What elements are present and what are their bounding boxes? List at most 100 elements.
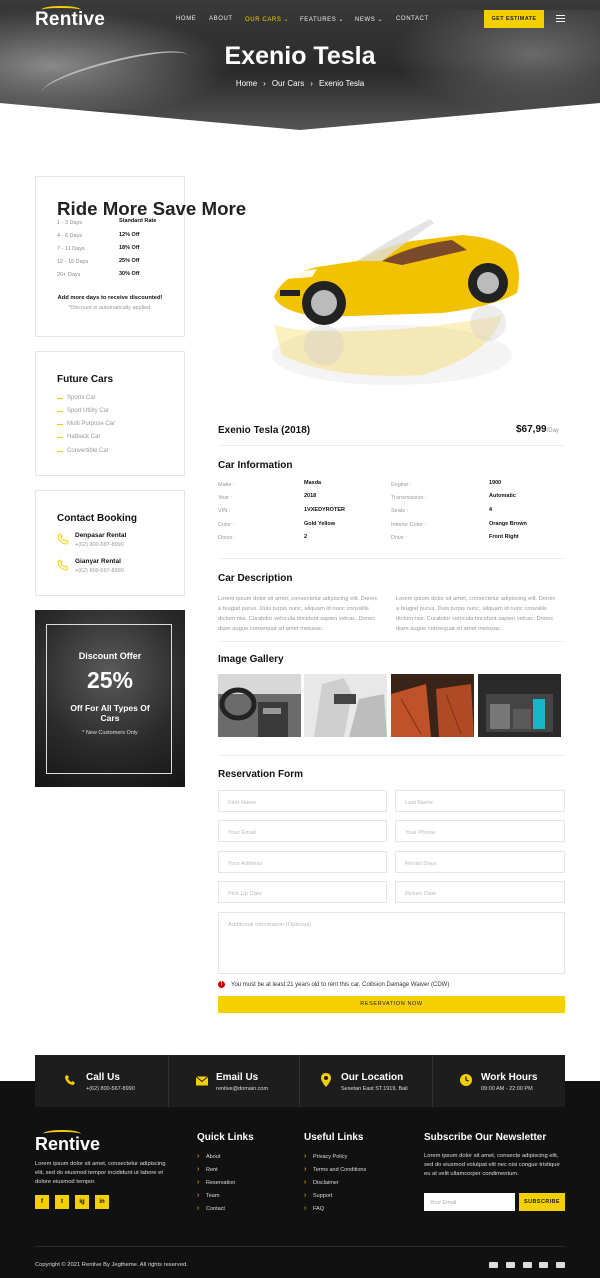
- page-title: Exenio Tesla: [224, 42, 376, 70]
- subscribe-button[interactable]: SUBSCRIBE: [519, 1193, 565, 1211]
- future-car-link[interactable]: Sports Car: [67, 395, 96, 401]
- chevron-down-icon: ⌄: [338, 17, 344, 23]
- phone-icon: [57, 533, 69, 545]
- price-value: $67,99: [516, 424, 547, 435]
- footer-logo[interactable]: Rentive: [35, 1130, 100, 1155]
- gallery-trunk-photo[interactable]: [478, 674, 561, 737]
- clock-icon: [460, 1074, 472, 1086]
- contact-location-title: Our Location: [341, 1072, 404, 1083]
- additional-info-textarea[interactable]: Additional Information (Optional): [218, 912, 565, 974]
- rental-days-input[interactable]: Rental Days: [395, 851, 565, 873]
- rates-subnote: *Discount is automatically applied.: [68, 305, 152, 311]
- payment-card-icon: [506, 1262, 515, 1268]
- future-car-link[interactable]: Multi Purpose Car: [67, 421, 115, 427]
- useful-links-title: Useful Links: [304, 1132, 364, 1143]
- footer-link[interactable]: About: [206, 1154, 220, 1160]
- chevron-right-icon: ›: [197, 1153, 200, 1160]
- footer-link[interactable]: Reservation: [206, 1180, 235, 1186]
- chevron-right-icon: ›: [197, 1192, 200, 1199]
- branch-phone[interactable]: +(62) 800-567-8990: [75, 542, 124, 548]
- breadcrumb: Home › Our Cars › Exenio Tesla: [0, 79, 600, 88]
- twitter-icon[interactable]: t: [55, 1195, 69, 1209]
- chevron-right-icon: ›: [310, 79, 313, 88]
- nav-our-cars-label: OUR CARS: [245, 17, 282, 23]
- chevron-right-icon: ›: [197, 1166, 200, 1173]
- gallery-leather-interior-photo[interactable]: [391, 674, 474, 737]
- description-text: Lorem ipsum dolor sit amet, consectetur …: [396, 596, 556, 632]
- chevron-down-icon: ⌄: [377, 17, 384, 23]
- footer-link[interactable]: Team: [206, 1193, 219, 1199]
- nav-news[interactable]: NEWS ⌄: [355, 16, 383, 23]
- footer-link[interactable]: Disclaimer: [313, 1180, 339, 1186]
- divider: [299, 1055, 300, 1107]
- linkedin-icon[interactable]: in: [95, 1195, 109, 1209]
- info-label: Interior Color :: [391, 522, 426, 528]
- nav-news-label: NEWS: [355, 17, 376, 23]
- car-name: Exenio Tesla (2018): [218, 425, 311, 436]
- rate-value: 12% Off: [119, 232, 140, 238]
- info-value: Front Right: [489, 534, 519, 540]
- chevron-right-icon: ›: [304, 1153, 307, 1160]
- contact-email-value[interactable]: rentive@domain.com: [216, 1086, 268, 1092]
- nav-contact[interactable]: CONTACT: [396, 16, 429, 22]
- return-date-input[interactable]: Return Date: [395, 881, 565, 903]
- pickup-date-input[interactable]: Pick Up Date: [218, 881, 387, 903]
- breadcrumb-our-cars[interactable]: Our Cars: [272, 79, 304, 88]
- nav-our-cars[interactable]: OUR CARS ⌄: [245, 16, 289, 23]
- payment-card-icon: [489, 1262, 498, 1268]
- footer-link[interactable]: Contact: [206, 1206, 225, 1212]
- phone-input[interactable]: Your Phone: [395, 820, 565, 842]
- nav-features[interactable]: FEATURES ⌄: [300, 16, 344, 23]
- footer-link[interactable]: FAQ: [313, 1206, 324, 1212]
- info-value: 1900: [489, 480, 502, 486]
- email-input[interactable]: Your Email: [218, 820, 387, 842]
- rate-days: 4 - 6 Days: [57, 233, 83, 239]
- info-value: 2: [304, 534, 308, 540]
- divider: [218, 641, 565, 642]
- site-logo[interactable]: Rentive: [35, 6, 105, 31]
- footer-link[interactable]: Rent: [206, 1167, 218, 1173]
- reservation-submit-button[interactable]: RESERVATION NOW: [218, 996, 565, 1013]
- list-bullet: [57, 437, 63, 438]
- instagram-icon[interactable]: ig: [75, 1195, 89, 1209]
- car-price: $67,99/Day: [516, 424, 559, 435]
- chevron-right-icon: ›: [304, 1166, 307, 1173]
- discount-offer-banner[interactable]: [35, 610, 185, 787]
- first-name-input[interactable]: First Name: [218, 790, 387, 812]
- info-value: Orange Brown: [489, 521, 527, 527]
- address-input[interactable]: Your Address: [218, 851, 387, 873]
- info-label: Transmission :: [391, 495, 427, 501]
- future-car-link[interactable]: Convertible Car: [67, 448, 109, 454]
- footer-about: Lorem ipsum dolor sit amet, consectetur …: [35, 1161, 166, 1185]
- nav-about[interactable]: ABOUT: [209, 16, 233, 22]
- info-label: Drive :: [391, 535, 407, 541]
- last-name-input[interactable]: Last Name: [395, 790, 565, 812]
- get-estimate-button[interactable]: GET ESTIMATE: [484, 10, 544, 28]
- info-label: Engine :: [391, 482, 412, 488]
- footer-link[interactable]: Support: [313, 1193, 332, 1199]
- list-bullet: [57, 398, 63, 399]
- gallery-dashboard-photo[interactable]: [218, 674, 301, 737]
- contact-call-value[interactable]: +(62) 800-567-8990: [86, 1086, 135, 1092]
- newsletter-email-input[interactable]: Your Email: [424, 1193, 515, 1211]
- nav-features-label: FEATURES: [300, 17, 337, 23]
- rate-days: 7 - 11 Days: [57, 246, 85, 252]
- nav-home[interactable]: HOME: [176, 16, 196, 22]
- hamburger-icon[interactable]: [556, 15, 565, 22]
- map-pin-icon: [321, 1073, 331, 1087]
- future-car-link[interactable]: Sport Utility Car: [67, 408, 109, 414]
- branch-phone[interactable]: +(62) 800-567-8990: [75, 568, 124, 574]
- divider: [218, 445, 565, 446]
- offer-text: Off For All Types Of Cars: [70, 703, 150, 723]
- chevron-right-icon: ›: [304, 1179, 307, 1186]
- breadcrumb-home[interactable]: Home: [236, 79, 257, 88]
- future-car-link[interactable]: Hatback Car: [67, 434, 100, 440]
- footer-link[interactable]: Terms and Conditions: [313, 1167, 366, 1173]
- gallery-seat-photo[interactable]: [304, 674, 387, 737]
- footer-link[interactable]: Privacy Policy: [313, 1154, 347, 1160]
- info-value: Maxda: [304, 480, 322, 486]
- list-bullet: [57, 411, 63, 412]
- contact-hours-title: Work Hours: [481, 1072, 538, 1083]
- facebook-icon[interactable]: f: [35, 1195, 49, 1209]
- phone-icon: [57, 559, 69, 571]
